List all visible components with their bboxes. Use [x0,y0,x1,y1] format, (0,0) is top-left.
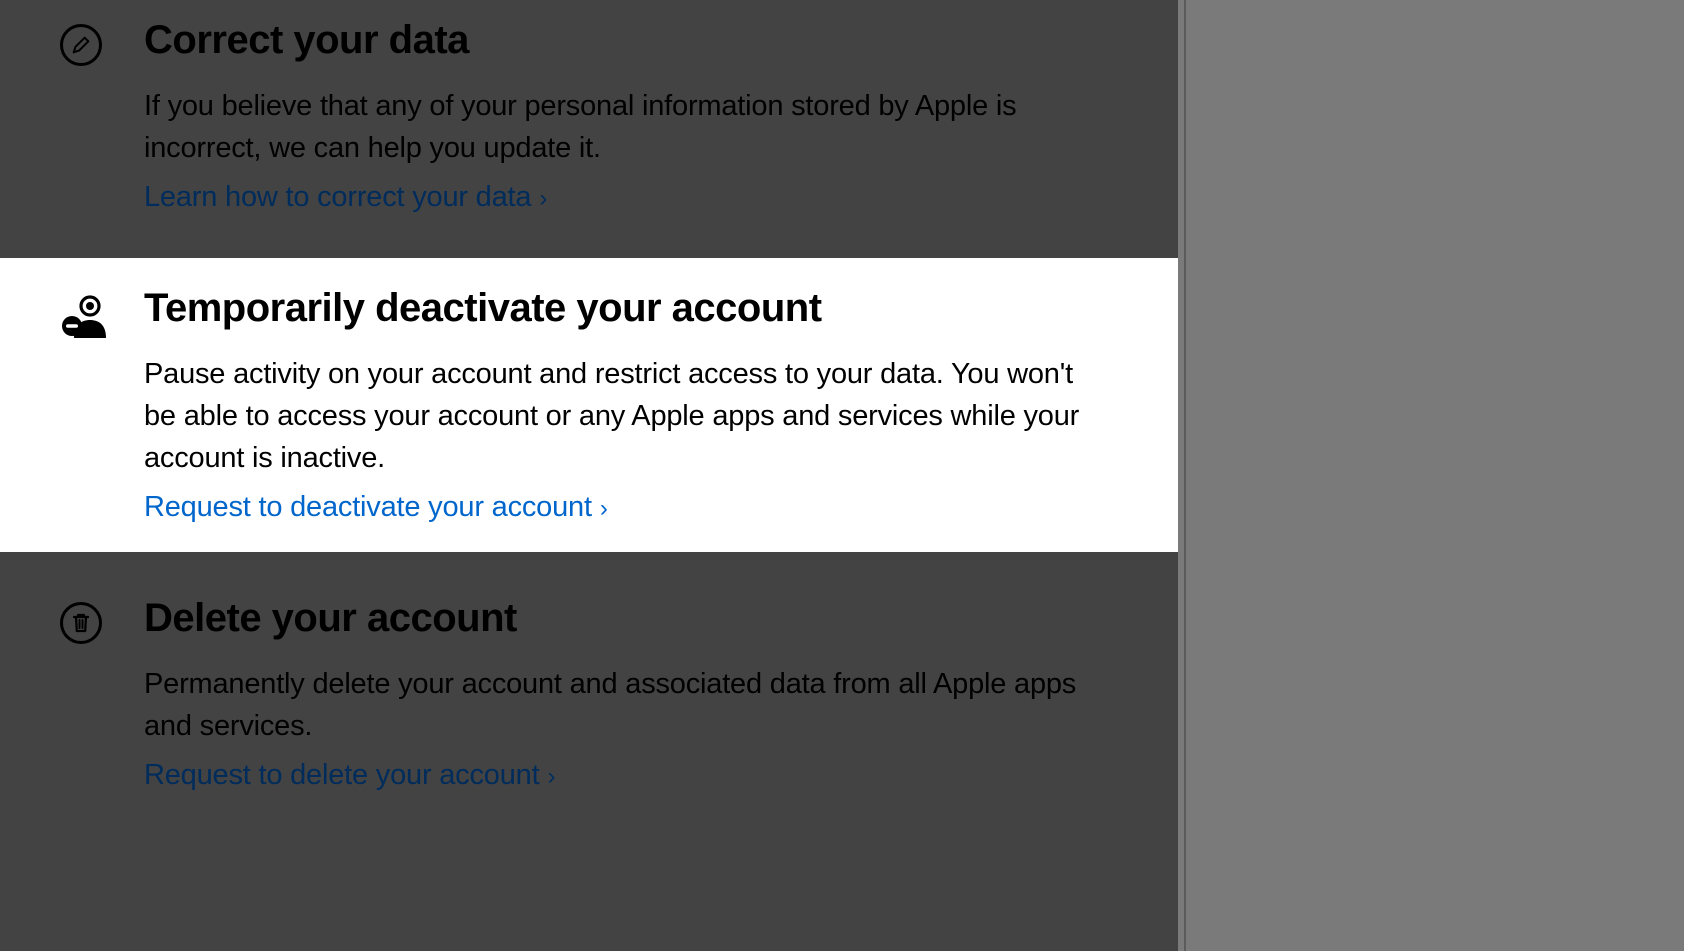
chevron-right-icon: › [539,187,547,211]
delete-icon-slot [60,596,144,644]
content-column: Correct your data If you believe that an… [0,0,1178,951]
chevron-right-icon: › [600,497,608,521]
delete-text: Delete your account Permanently delete y… [144,596,1104,792]
correct-link-label: Learn how to correct your data [144,181,531,214]
correct-title: Correct your data [144,18,1104,63]
section-deactivate-account: Temporarily deactivate your account Paus… [0,258,1178,552]
vertical-divider [1184,0,1186,951]
chevron-right-icon: › [547,765,555,789]
correct-link[interactable]: Learn how to correct your data › [144,181,547,214]
deactivate-link-label: Request to deactivate your account [144,491,592,524]
correct-desc: If you believe that any of your personal… [144,85,1104,169]
trash-circle-icon [60,602,102,644]
pencil-circle-icon [60,24,102,66]
correct-text: Correct your data If you believe that an… [144,18,1104,214]
deactivate-icon-slot [60,286,144,340]
correct-icon-slot [60,18,144,66]
delete-desc: Permanently delete your account and asso… [144,663,1104,747]
delete-link-label: Request to delete your account [144,759,539,792]
deactivate-title: Temporarily deactivate your account [144,286,1104,331]
delete-link[interactable]: Request to delete your account › [144,759,555,792]
section-delete-account: Delete your account Permanently delete y… [0,568,1178,820]
deactivate-link[interactable]: Request to deactivate your account › [144,491,608,524]
deactivate-person-icon [60,292,110,340]
delete-title: Delete your account [144,596,1104,641]
deactivate-desc: Pause activity on your account and restr… [144,353,1104,479]
deactivate-text: Temporarily deactivate your account Paus… [144,286,1104,524]
section-correct-data: Correct your data If you believe that an… [0,0,1178,242]
privacy-settings-page: Correct your data If you believe that an… [0,0,1684,951]
